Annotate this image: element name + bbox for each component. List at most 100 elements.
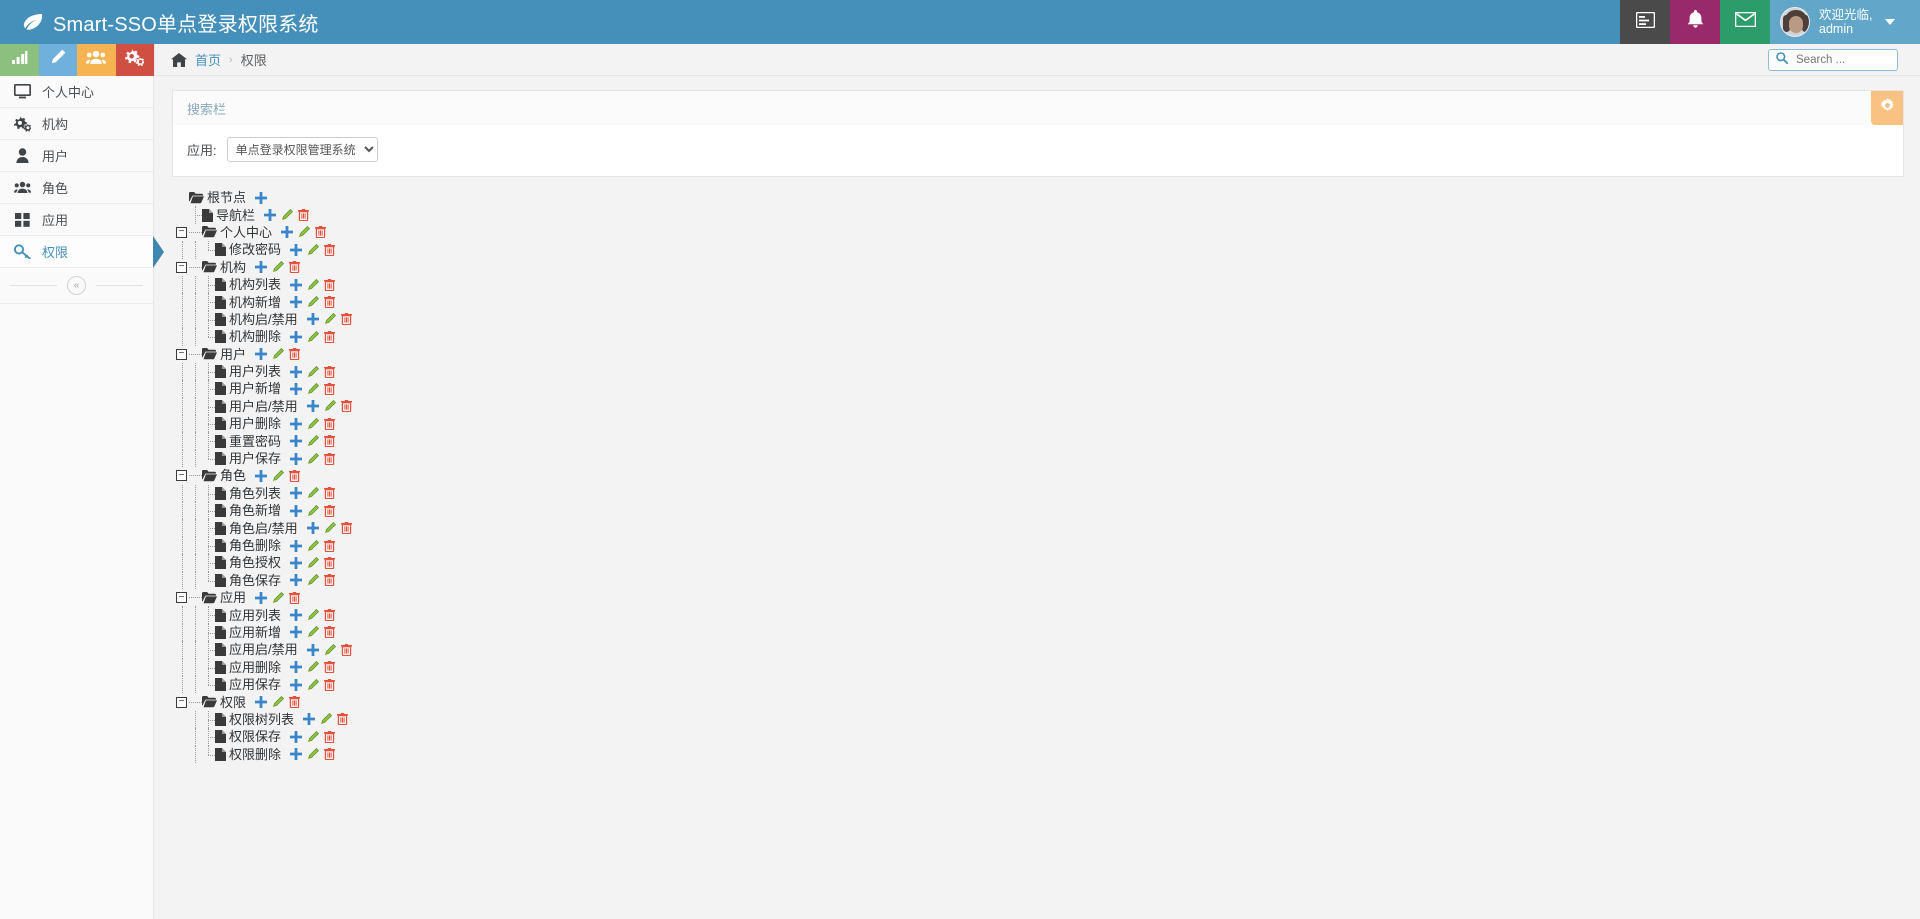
tree-add-button[interactable] [290, 678, 303, 691]
tree-add-button[interactable] [264, 209, 277, 222]
breadcrumb-home[interactable]: 首页 [195, 50, 221, 69]
tree-edit-button[interactable] [307, 661, 320, 673]
panel-settings-button[interactable] [1871, 91, 1903, 125]
tree-add-button[interactable] [290, 626, 303, 639]
tree-node[interactable]: 用户列表 [176, 362, 1904, 381]
tree-node[interactable]: 应用新增 [176, 623, 1904, 642]
tree-add-button[interactable] [290, 365, 303, 378]
tree-node-branch[interactable]: − 应用 [176, 589, 1904, 606]
tree-add-button[interactable] [306, 643, 319, 656]
tree-add-button[interactable] [255, 591, 268, 604]
tree-delete-button[interactable] [324, 417, 336, 430]
tree-node[interactable]: 用户启/禁用 [176, 397, 1904, 416]
tree-add-button[interactable] [255, 696, 268, 709]
tree-add-button[interactable] [290, 435, 303, 448]
tree-edit-button[interactable] [307, 504, 320, 517]
tree-edit-button[interactable] [324, 643, 336, 656]
tree-delete-button[interactable] [324, 748, 336, 761]
tasks-button[interactable] [1620, 0, 1670, 44]
brand[interactable]: Smart-SSO单点登录权限系统 [0, 0, 337, 44]
tree-toggle-button[interactable]: − [176, 348, 187, 360]
tree-delete-button[interactable] [324, 574, 336, 587]
notifications-button[interactable] [1670, 0, 1720, 44]
tree-edit-button[interactable] [307, 365, 320, 378]
tree-add-button[interactable] [290, 330, 303, 343]
sidebar-item-permission[interactable]: 权限 [0, 236, 164, 268]
tree-edit-button[interactable] [307, 730, 320, 743]
tree-add-button[interactable] [290, 417, 303, 430]
sidebar-item-organization[interactable]: 机构 [0, 108, 153, 140]
tree-node-branch[interactable]: − 个人中心 [176, 224, 1904, 241]
sidebar-collapse-button[interactable]: « [67, 276, 86, 295]
tree-delete-button[interactable] [324, 330, 336, 343]
tree-edit-button[interactable] [307, 539, 320, 552]
tree-node[interactable]: 应用删除 [176, 658, 1904, 677]
tree-edit-button[interactable] [307, 243, 320, 256]
tree-edit-button[interactable] [307, 435, 320, 447]
tree-delete-button[interactable] [289, 696, 301, 709]
tree-edit-button[interactable] [272, 261, 285, 273]
settings-tile[interactable] [115, 44, 154, 76]
tree-node[interactable]: 角色授权 [176, 554, 1904, 572]
tree-edit-button[interactable] [307, 678, 320, 691]
tree-edit-button[interactable] [307, 278, 320, 291]
tree-add-button[interactable] [281, 226, 294, 239]
tree-edit-button[interactable] [324, 522, 336, 534]
tree-add-button[interactable] [290, 296, 303, 309]
sidebar-item-role[interactable]: 角色 [0, 172, 153, 204]
tree-node[interactable]: 应用启/禁用 [176, 641, 1904, 659]
tree-node[interactable]: 角色保存 [176, 571, 1904, 590]
tree-add-button[interactable] [255, 191, 268, 204]
tree-delete-button[interactable] [340, 643, 352, 656]
tree-node[interactable]: 角色启/禁用 [176, 519, 1904, 538]
tree-delete-button[interactable] [289, 591, 301, 604]
tree-edit-button[interactable] [307, 330, 320, 343]
tree-add-button[interactable] [255, 348, 268, 361]
tree-node[interactable]: 机构列表 [176, 275, 1904, 294]
tree-edit-button[interactable] [307, 556, 320, 569]
tree-delete-button[interactable] [324, 382, 336, 395]
tree-add-button[interactable] [290, 574, 303, 587]
tree-delete-button[interactable] [324, 678, 336, 691]
tree-edit-button[interactable] [320, 713, 333, 725]
tree-node-branch[interactable]: − 机构 [176, 259, 1904, 276]
tree-node[interactable]: 应用保存 [176, 675, 1904, 694]
tree-toggle-button[interactable]: − [176, 696, 187, 708]
tree-edit-button[interactable] [272, 591, 285, 604]
tree-node[interactable]: 用户新增 [176, 380, 1904, 399]
tree-node[interactable]: 用户删除 [176, 415, 1904, 433]
tree-toggle-button[interactable]: − [176, 261, 187, 273]
tree-toggle-button[interactable]: − [176, 226, 187, 238]
tree-add-button[interactable] [290, 748, 303, 761]
tree-delete-button[interactable] [340, 313, 352, 326]
tree-add-button[interactable] [290, 278, 303, 291]
tree-add-button[interactable] [290, 452, 303, 465]
tree-add-button[interactable] [306, 313, 319, 326]
tree-node[interactable]: 导航栏 [176, 206, 1904, 225]
tree-delete-button[interactable] [324, 435, 336, 448]
application-select[interactable]: 单点登录权限管理系统 [226, 137, 378, 162]
tree-node-branch[interactable]: − 权限 [176, 693, 1904, 710]
tree-delete-button[interactable] [324, 487, 336, 500]
tree-delete-button[interactable] [337, 713, 349, 726]
tree-node[interactable]: 角色新增 [176, 502, 1904, 520]
tree-add-button[interactable] [290, 539, 303, 552]
tree-node[interactable]: 机构启/禁用 [176, 310, 1904, 329]
sidebar-item-personal-center[interactable]: 个人中心 [0, 76, 153, 108]
tree-add-button[interactable] [290, 243, 303, 256]
tree-add-button[interactable] [290, 487, 303, 500]
search-box[interactable] [1768, 48, 1898, 71]
tree-add-button[interactable] [290, 556, 303, 569]
tree-edit-button[interactable] [307, 626, 320, 638]
tree-add-button[interactable] [255, 469, 268, 482]
tree-delete-button[interactable] [289, 348, 301, 361]
tree-delete-button[interactable] [324, 539, 336, 552]
tree-node-branch[interactable]: − 角色 [176, 467, 1904, 484]
tree-edit-button[interactable] [324, 400, 336, 412]
tree-node[interactable]: 应用列表 [176, 606, 1904, 625]
tree-edit-button[interactable] [324, 313, 336, 325]
tree-edit-button[interactable] [272, 348, 285, 360]
tree-delete-button[interactable] [324, 730, 336, 743]
tree-node[interactable]: 角色删除 [176, 536, 1904, 555]
tree-node[interactable]: 机构新增 [176, 293, 1904, 312]
